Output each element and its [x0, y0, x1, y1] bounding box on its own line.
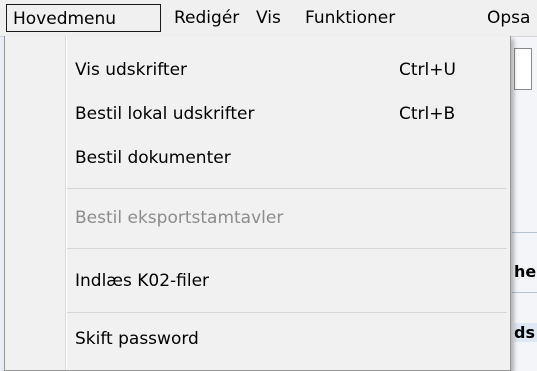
- background-gridline: [512, 292, 537, 293]
- menu-opsaetning[interactable]: Opsa: [487, 0, 530, 36]
- shortcut-vis-udskrifter: Ctrl+U: [399, 60, 456, 80]
- menu-vis[interactable]: Vis: [256, 0, 281, 36]
- menu-item-bestil-eksportstamtavler: Bestil eksportstamtavler: [75, 208, 284, 228]
- menu-item-bestil-dokumenter[interactable]: Bestil dokumenter: [75, 143, 231, 173]
- menu-item-indlaes-k02-filer[interactable]: Indlæs K02-filer: [75, 266, 209, 296]
- menu-separator: [67, 248, 507, 249]
- menu-funktioner[interactable]: Funktioner: [305, 0, 395, 36]
- menu-item-bestil-lokal-udskrifter[interactable]: Bestil lokal udskrifter: [75, 99, 255, 129]
- background-input-field[interactable]: [514, 48, 532, 90]
- background-gridline: [512, 232, 537, 233]
- menu-item-skift-password[interactable]: Skift password: [75, 324, 199, 354]
- menu-bar: Hovedmenu Redigér Vis Funktioner Opsa: [0, 0, 537, 37]
- menu-icon-gutter-highlight: [66, 36, 67, 370]
- menu-separator: [67, 188, 507, 189]
- background-text-fragment: he: [514, 262, 537, 281]
- hovedmenu-dropdown: Vis udskrifter Ctrl+U Bestil lokal udskr…: [4, 36, 511, 371]
- background-text-fragment-highlighted: ds: [514, 323, 537, 342]
- menu-hovedmenu[interactable]: Hovedmenu: [6, 4, 161, 32]
- menu-rediger[interactable]: Redigér: [174, 0, 239, 36]
- menu-item-vis-udskrifter[interactable]: Vis udskrifter: [75, 55, 187, 85]
- menu-separator: [67, 312, 507, 313]
- shortcut-bestil-lokal-udskrifter: Ctrl+B: [399, 104, 456, 124]
